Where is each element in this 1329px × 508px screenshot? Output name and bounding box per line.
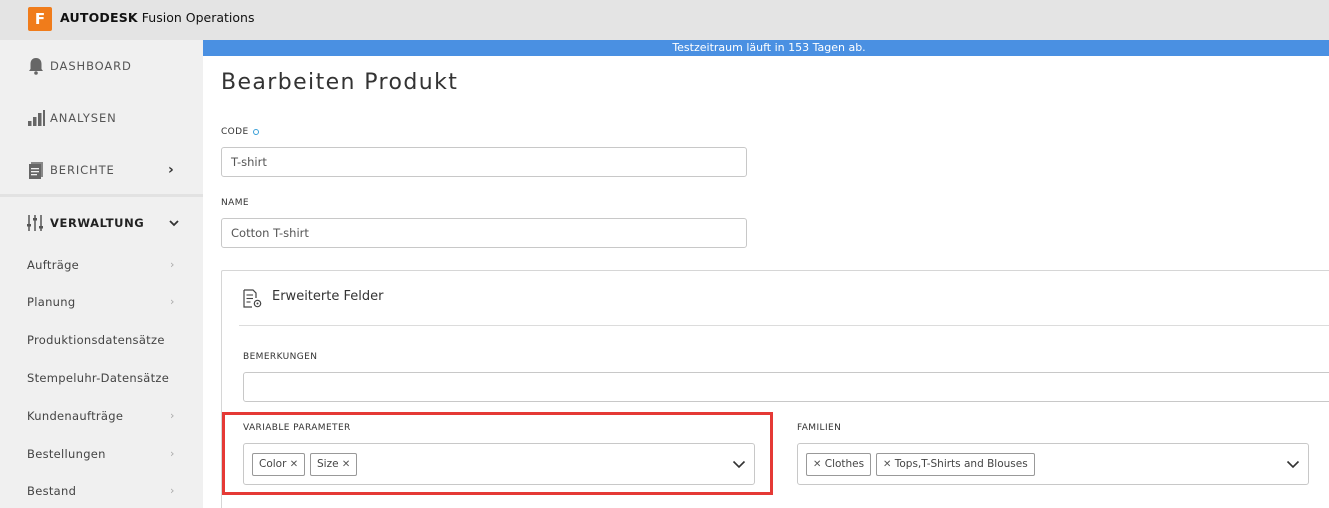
sidebar-subitem-produktionsdatensaetze[interactable]: Produktionsdatensätze <box>27 333 187 353</box>
brand-product: Fusion Operations <box>141 10 255 25</box>
remove-tag-icon[interactable]: ✕ <box>813 459 821 470</box>
chevron-down-icon <box>169 220 179 227</box>
code-label-text: CODE <box>221 127 249 137</box>
document-settings-icon <box>243 289 262 308</box>
brand-name: AUTODESK Fusion Operations <box>60 10 254 25</box>
sidebar-item-dashboard[interactable]: DASHBOARD <box>0 40 203 92</box>
bar-chart-icon <box>28 110 45 126</box>
chevron-right-icon: › <box>170 409 175 422</box>
document-stack-icon <box>29 162 43 179</box>
familien-label: FAMILIEN <box>797 423 842 433</box>
chevron-right-icon: › <box>170 447 175 460</box>
required-indicator-icon <box>252 128 259 135</box>
sidebar-item-analysen[interactable]: ANALYSEN <box>0 92 203 144</box>
sidebar-subitem-auftraege[interactable]: Aufträge › <box>27 258 187 278</box>
app-logo[interactable]: F <box>28 7 52 31</box>
tag-clothes[interactable]: ✕ Clothes <box>806 453 872 476</box>
sliders-icon <box>27 215 43 231</box>
sidebar-subitem-label: Bestand <box>27 484 77 498</box>
sidebar: DASHBOARD ANALYSEN BERICHTE › VERWALTUNG… <box>0 40 203 508</box>
sidebar-subitem-label: Bestellungen <box>27 447 106 461</box>
code-input[interactable]: T-shirt <box>221 147 747 177</box>
familien-select[interactable]: ✕ Clothes ✕ Tops,T-Shirts and Blouses <box>797 443 1309 485</box>
bemerkungen-input[interactable] <box>243 372 1329 402</box>
code-label: CODE <box>221 127 259 137</box>
bell-icon <box>29 58 43 75</box>
remove-tag-icon[interactable]: ✕ <box>883 459 891 470</box>
sidebar-subitem-label: Aufträge <box>27 258 80 272</box>
sidebar-subitem-label: Kundenaufträge <box>27 409 124 423</box>
sidebar-subitem-planung[interactable]: Planung › <box>27 295 187 315</box>
sidebar-subitem-bestellungen[interactable]: Bestellungen › <box>27 447 187 467</box>
brand-autodesk: AUTODESK <box>60 10 138 25</box>
sidebar-subitem-label: Planung <box>27 295 76 309</box>
highlight-box <box>222 412 773 495</box>
sidebar-subitem-label: Stempeluhr-Datensätze <box>27 371 170 385</box>
trial-banner: Testzeitraum läuft in 153 Tagen ab. <box>203 40 1329 56</box>
chevron-right-icon: › <box>170 484 175 497</box>
sidebar-item-label: DASHBOARD <box>50 59 132 73</box>
chevron-down-icon[interactable] <box>1286 457 1300 471</box>
sidebar-item-label: VERWALTUNG <box>50 216 145 230</box>
chevron-right-icon: › <box>168 162 174 178</box>
sidebar-subitem-label: Produktionsdatensätze <box>27 333 165 347</box>
tag-label: Clothes <box>824 458 865 470</box>
top-bar: F AUTODESK Fusion Operations <box>0 0 1329 40</box>
tag-tops-tshirts-blouses[interactable]: ✕ Tops,T-Shirts and Blouses <box>876 453 1035 476</box>
tag-label: Tops,T-Shirts and Blouses <box>894 458 1028 470</box>
extended-fields-title[interactable]: Erweiterte Felder <box>272 289 383 304</box>
chevron-right-icon: › <box>170 295 175 308</box>
sidebar-item-label: ANALYSEN <box>50 111 117 125</box>
name-input[interactable]: Cotton T-shirt <box>221 218 747 248</box>
sidebar-item-verwaltung[interactable]: VERWALTUNG <box>0 197 203 249</box>
bemerkungen-label: BEMERKUNGEN <box>243 352 318 362</box>
chevron-right-icon: › <box>170 258 175 271</box>
sidebar-item-berichte[interactable]: BERICHTE › <box>0 144 203 196</box>
sidebar-subitem-bestand[interactable]: Bestand › <box>27 484 187 504</box>
sidebar-item-label: BERICHTE <box>50 163 115 177</box>
panel-divider <box>239 325 1329 326</box>
name-label: NAME <box>221 198 249 208</box>
sidebar-subitem-kundenauftraege[interactable]: Kundenaufträge › <box>27 409 187 429</box>
page-title: Bearbeiten Produkt <box>221 70 459 95</box>
sidebar-subitem-stempeluhr-datensaetze[interactable]: Stempeluhr-Datensätze <box>27 371 187 391</box>
